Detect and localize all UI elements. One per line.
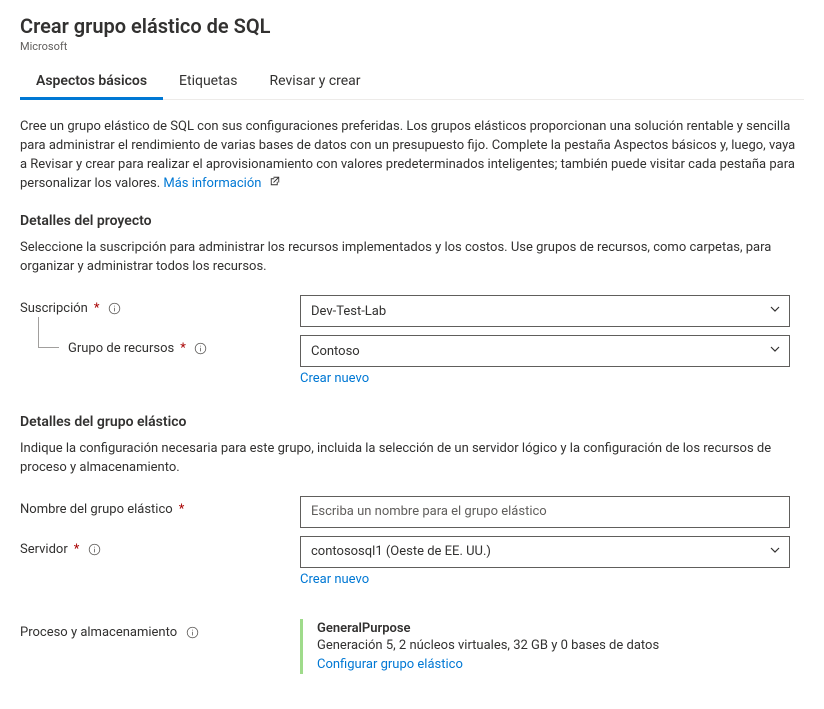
intro-text: Cree un grupo elástico de SQL con sus co… [20, 118, 800, 193]
page-title: Crear grupo elástico de SQL [20, 14, 804, 38]
compute-tier: GeneralPurpose [317, 621, 790, 636]
tab-review-create[interactable]: Revisar y crear [254, 63, 377, 100]
required-mark: * [74, 542, 80, 557]
section-pool-text: Indique la configuración necesaria para … [20, 440, 800, 478]
server-create-new-link[interactable]: Crear nuevo [300, 572, 369, 587]
external-link-icon [269, 175, 281, 192]
row-pool-name: Nombre del grupo elástico * [20, 496, 804, 528]
compute-label-text: Proceso y almacenamiento [20, 625, 177, 640]
resource-group-select[interactable]: Contoso [300, 335, 790, 367]
rg-label-text: Grupo de recursos [68, 341, 174, 356]
server-value: contososql1 (Oeste de EE. UU.) [311, 544, 491, 559]
tab-basics[interactable]: Aspectos básicos [20, 63, 163, 100]
row-subscription: Suscripción * Dev-Test-Lab [20, 295, 804, 327]
rg-create-new-link[interactable]: Crear nuevo [300, 371, 369, 386]
required-mark: * [179, 502, 185, 517]
info-icon[interactable] [185, 625, 199, 639]
compute-detail: Generación 5, 2 núcleos virtuales, 32 GB… [317, 638, 790, 653]
label-server: Servidor * [20, 536, 300, 557]
chevron-down-icon [769, 303, 781, 319]
required-mark: * [180, 341, 186, 356]
pool-name-input[interactable] [300, 496, 790, 528]
server-select[interactable]: contososql1 (Oeste de EE. UU.) [300, 536, 790, 568]
configure-pool-link[interactable]: Configurar grupo elástico [317, 657, 463, 672]
subscription-value: Dev-Test-Lab [311, 304, 386, 319]
intro-body: Cree un grupo elástico de SQL con sus co… [20, 119, 795, 191]
compute-summary: GeneralPurpose Generación 5, 2 núcleos v… [300, 619, 790, 674]
label-pool-name: Nombre del grupo elástico * [20, 496, 300, 517]
chevron-down-icon [769, 343, 781, 359]
publisher-label: Microsoft [20, 40, 804, 53]
server-label-text: Servidor [20, 542, 68, 557]
section-pool-title: Detalles del grupo elástico [20, 414, 804, 430]
label-subscription: Suscripción * [20, 295, 300, 316]
section-project-title: Detalles del proyecto [20, 213, 804, 229]
more-info-link[interactable]: Más información [163, 176, 261, 191]
chevron-down-icon [769, 544, 781, 560]
section-project-text: Seleccione la suscripción para administr… [20, 239, 800, 277]
info-icon[interactable] [194, 342, 208, 356]
subscription-select[interactable]: Dev-Test-Lab [300, 295, 790, 327]
row-server: Servidor * contososql1 (Oeste de EE. UU.… [20, 536, 804, 587]
label-compute-storage: Proceso y almacenamiento [20, 619, 300, 640]
info-icon[interactable] [107, 302, 121, 316]
label-resource-group: Grupo de recursos * [20, 335, 300, 356]
tabs-bar: Aspectos básicos Etiquetas Revisar y cre… [20, 63, 804, 100]
subscription-label-text: Suscripción [20, 301, 88, 316]
rg-value: Contoso [311, 344, 360, 359]
row-resource-group: Grupo de recursos * Contoso Crear nuevo [20, 335, 804, 386]
tab-tags[interactable]: Etiquetas [163, 63, 253, 100]
required-mark: * [94, 301, 100, 316]
row-compute-storage: Proceso y almacenamiento GeneralPurpose … [20, 619, 804, 674]
info-icon[interactable] [87, 542, 101, 556]
pool-name-label-text: Nombre del grupo elástico [20, 502, 173, 517]
